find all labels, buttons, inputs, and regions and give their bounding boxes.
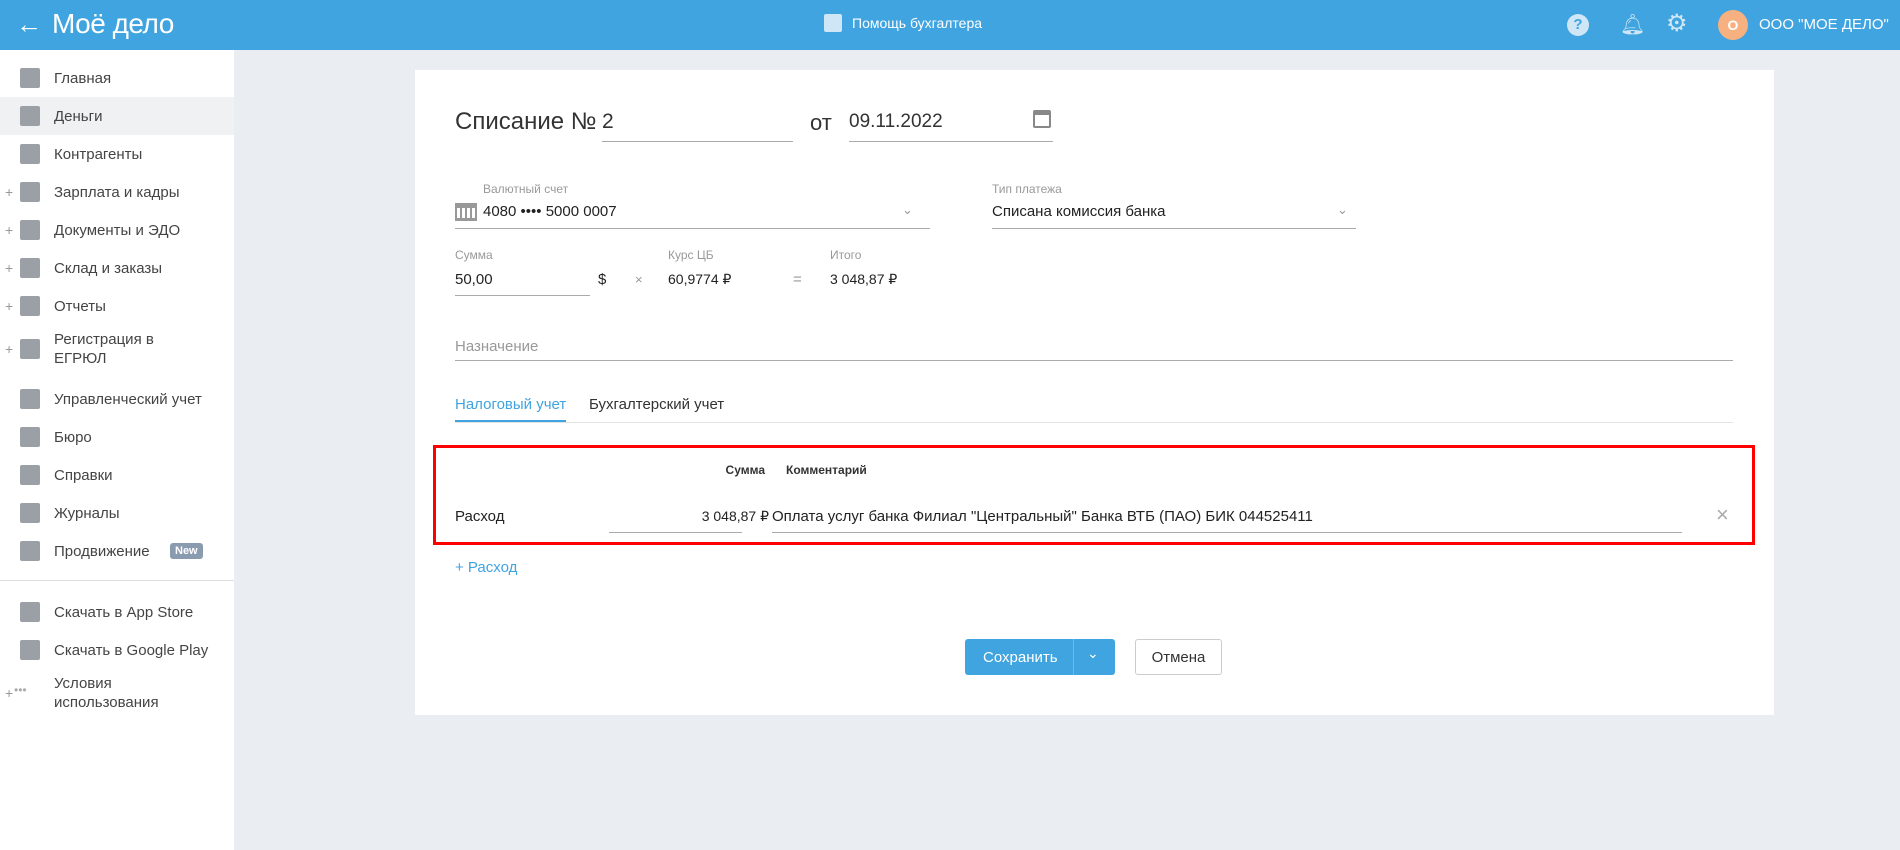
more-icon: ••• bbox=[14, 683, 27, 697]
divider bbox=[0, 580, 234, 581]
sidebar-item[interactable]: Деньги bbox=[0, 97, 234, 135]
documents-icon bbox=[20, 220, 40, 240]
account-select[interactable]: 4080 •••• 5000 0007 bbox=[483, 203, 617, 220]
purpose-input[interactable]: Назначение bbox=[455, 338, 538, 355]
briefcase-icon bbox=[20, 427, 40, 447]
cancel-button[interactable]: Отмена bbox=[1135, 639, 1222, 675]
sidebar-item[interactable]: + Склад и заказы bbox=[0, 249, 234, 287]
gear-icon[interactable]: ⚙ bbox=[1666, 9, 1688, 38]
rate-label: Курс ЦБ bbox=[668, 248, 714, 262]
equals-sign: = bbox=[793, 271, 802, 288]
sidebar-item[interactable]: Скачать в App Store bbox=[0, 593, 234, 631]
money-icon bbox=[20, 106, 40, 126]
sidebar-item[interactable]: Справки bbox=[0, 456, 234, 494]
add-expense-link[interactable]: + Расход bbox=[455, 559, 517, 576]
google-play-icon bbox=[20, 640, 40, 660]
avatar[interactable]: О bbox=[1718, 10, 1748, 40]
save-button[interactable]: Сохранить ⌄ bbox=[965, 639, 1115, 675]
total-value: 3 048,87 ₽ bbox=[830, 271, 898, 287]
sidebar-item-label: Контрагенты bbox=[54, 145, 143, 163]
top-bar: ← Моё дело Помощь бухгалтера ? 🔔︎ ⚙ О ОО… bbox=[0, 0, 1900, 50]
chevron-down-icon[interactable]: ⌄ bbox=[1337, 202, 1348, 218]
expand-icon[interactable]: + bbox=[5, 222, 13, 238]
sidebar-item-label: Условия использования bbox=[54, 675, 159, 711]
tab-tax-accounting[interactable]: Налоговый учет bbox=[455, 396, 567, 422]
sidebar-item[interactable]: Журналы bbox=[0, 494, 234, 532]
sum-label: Сумма bbox=[455, 248, 493, 262]
company-name[interactable]: ООО "МОЕ ДЕЛО" bbox=[1759, 16, 1889, 33]
chevron-down-icon[interactable]: ⌄ bbox=[1087, 645, 1099, 662]
sidebar-item[interactable]: + Регистрация в ЕГРЮЛ bbox=[0, 327, 234, 371]
sidebar: Главная Деньги Контрагенты + Зарплата и кадр… bbox=[0, 50, 234, 850]
bank-icon bbox=[455, 203, 477, 221]
from-label: от bbox=[810, 110, 832, 135]
sidebar-item-label: Скачать в App Store bbox=[54, 603, 194, 621]
page-title: Списание № bbox=[455, 108, 597, 135]
sidebar-item-label: Склад и заказы bbox=[54, 259, 163, 277]
logo[interactable]: Моё дело bbox=[52, 8, 174, 40]
expand-icon[interactable]: + bbox=[5, 260, 13, 276]
account-label: Валютный счет bbox=[483, 182, 569, 196]
registration-icon bbox=[20, 339, 40, 359]
expand-icon[interactable]: + bbox=[5, 184, 13, 200]
sidebar-item-label: Регистрация в ЕГРЮЛ bbox=[54, 331, 154, 367]
sidebar-item[interactable]: Контрагенты bbox=[0, 135, 234, 173]
reports-icon bbox=[20, 296, 40, 316]
sidebar-item[interactable]: Скачать в Google Play bbox=[0, 631, 234, 669]
reference-icon bbox=[20, 465, 40, 485]
sidebar-item-label: Скачать в Google Play bbox=[54, 641, 209, 659]
sidebar-item-label: Продвижение bbox=[54, 542, 150, 560]
tab-bookkeeping[interactable]: Бухгалтерский учет bbox=[589, 396, 724, 413]
payment-type-select[interactable]: Списана комиссия банка bbox=[992, 203, 1166, 220]
accountant-help-icon bbox=[824, 14, 842, 32]
sidebar-item-label: Документы и ЭДО bbox=[54, 221, 181, 239]
write-off-form: Списание № 2 от 09.11.2022 Валютный счет… bbox=[415, 70, 1774, 715]
sidebar-item-label: Справки bbox=[54, 466, 113, 484]
sidebar-item-label: Главная bbox=[54, 69, 112, 87]
accountant-help-link[interactable]: Помощь бухгалтера bbox=[852, 15, 982, 31]
new-badge: New bbox=[170, 543, 203, 559]
times-sign: × bbox=[635, 272, 643, 287]
sidebar-item[interactable]: + Зарплата и кадры bbox=[0, 173, 234, 211]
sidebar-item[interactable]: + Документы и ЭДО bbox=[0, 211, 234, 249]
expand-icon[interactable]: + bbox=[5, 298, 13, 314]
sidebar-item-label: Зарплата и кадры bbox=[54, 183, 180, 201]
apple-icon bbox=[20, 602, 40, 622]
sidebar-item-label: Журналы bbox=[54, 504, 120, 522]
sidebar-item-label: Деньги bbox=[54, 107, 103, 125]
management-icon bbox=[20, 389, 40, 409]
sidebar-item[interactable]: Продвижение New bbox=[0, 532, 234, 570]
contractor-icon bbox=[20, 144, 40, 164]
highlight-box bbox=[433, 445, 1755, 545]
document-number-input[interactable]: 2 bbox=[602, 110, 614, 134]
currency-symbol: $ bbox=[598, 271, 607, 288]
sidebar-item-label: Бюро bbox=[54, 428, 92, 446]
chevron-down-icon[interactable]: ⌄ bbox=[902, 202, 913, 218]
journal-icon bbox=[20, 503, 40, 523]
sidebar-item-label: Управленческий учет bbox=[54, 390, 202, 408]
expand-icon[interactable]: + bbox=[5, 341, 13, 357]
save-label: Сохранить bbox=[983, 648, 1058, 666]
sidebar-item[interactable]: + ••• Условия использования bbox=[0, 671, 234, 715]
calendar-icon[interactable] bbox=[1033, 110, 1051, 128]
back-arrow-icon[interactable]: ← bbox=[16, 9, 42, 40]
total-label: Итого bbox=[830, 248, 862, 262]
rate-value: 60,9774 ₽ bbox=[668, 271, 732, 287]
home-icon bbox=[20, 68, 40, 88]
sidebar-item[interactable]: + Отчеты bbox=[0, 287, 234, 325]
sum-input[interactable]: 50,00 bbox=[455, 271, 493, 288]
sidebar-item-label: Отчеты bbox=[54, 297, 106, 315]
sidebar-item[interactable]: Главная bbox=[0, 59, 234, 97]
date-input[interactable]: 09.11.2022 bbox=[849, 111, 943, 133]
sidebar-item[interactable]: Управленческий учет bbox=[0, 380, 234, 418]
salary-icon bbox=[20, 182, 40, 202]
help-icon[interactable]: ? bbox=[1567, 14, 1589, 36]
promo-icon bbox=[20, 541, 40, 561]
payment-type-label: Тип платежа bbox=[992, 182, 1062, 196]
sidebar-item[interactable]: Бюро bbox=[0, 418, 234, 456]
expand-icon[interactable]: + bbox=[5, 685, 13, 701]
bell-icon[interactable]: 🔔︎ bbox=[1620, 12, 1645, 37]
warehouse-icon bbox=[20, 258, 40, 278]
